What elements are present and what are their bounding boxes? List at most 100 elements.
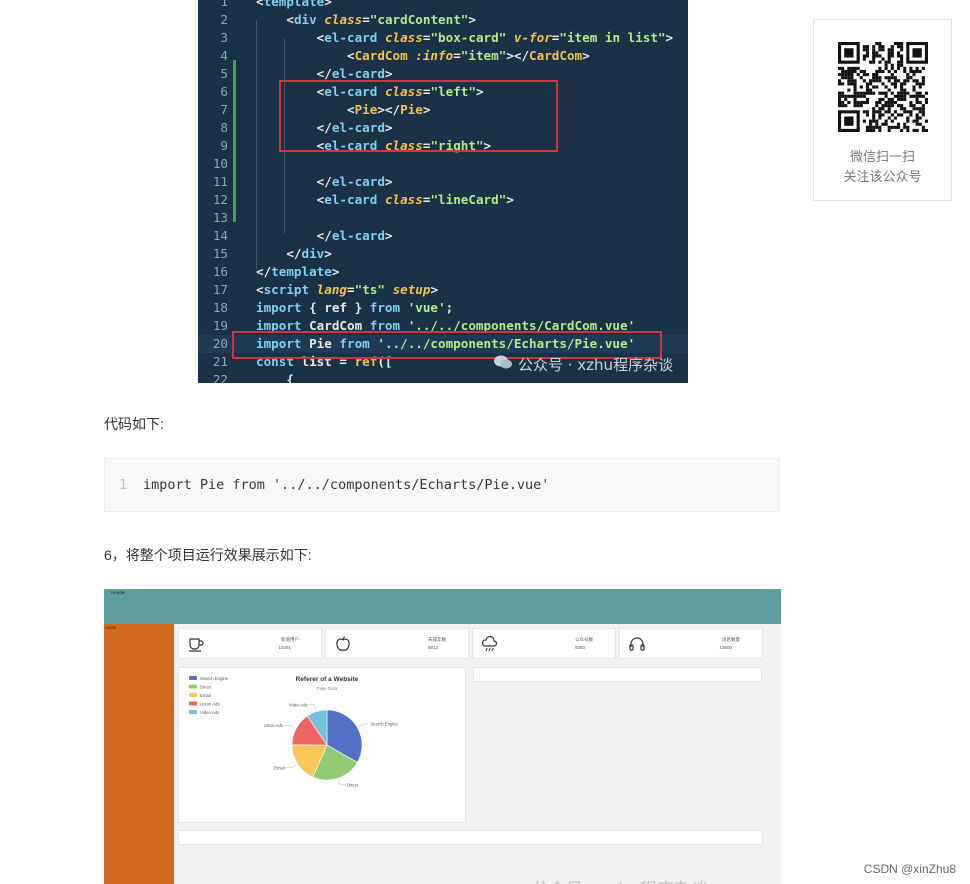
line-number: 3 [220,30,228,45]
git-change-bar [233,60,236,222]
stat-card: 公众号数 9280 [472,628,616,659]
stat-label: 未成年数 [428,637,446,642]
stat-value: 9280 [574,645,585,650]
cup-icon [189,638,204,652]
pie-label-line [283,725,296,729]
apple-icon [336,636,350,651]
pie-label: Email [274,765,285,770]
line-number: 18 [212,300,228,315]
qr-code-icon [838,42,928,132]
highlight-box-pie-card [279,80,558,152]
line-number: 15 [212,246,228,261]
legend-swatch [189,684,197,689]
code-text: <el-card class="lineCard"> [316,192,514,207]
stat-value: 13600 [719,645,732,650]
legend-label: Email [200,693,211,698]
code-line: 18 import { ref } from 'vue'; [198,299,688,317]
header-label: Header [111,590,126,595]
code-text: </el-card> [316,174,393,189]
code-text: <el-card class="box-card" v-for="item in… [316,30,674,45]
qr-caption-line2: 关注该公众号 [843,169,922,184]
stat-label: 公众号数 [575,637,593,642]
code-line: 2 <div class="cardContent"> [198,11,688,29]
line-number: 6 [220,84,228,99]
line-number: 11 [212,174,228,189]
legend-swatch [189,701,197,706]
stat-label: 新增用户 [281,637,299,642]
pie-label-line [285,764,297,768]
qr-follow-card: 微信扫一扫 关注该公众号 [813,19,952,201]
line-number: 20 [212,336,228,351]
code-text: <template> [256,0,332,9]
pie-label: Video Ads [289,702,308,707]
pie-label: Search Engine [370,721,398,726]
code-line: 14 </el-card> [198,227,688,245]
legend-label: Union Ads [200,702,220,707]
code-text: </div> [286,246,332,261]
stat-value: 10291 [278,645,291,650]
code-line: 10 [198,155,688,173]
wechat-icon [494,355,512,369]
legend-swatch [189,710,197,714]
step6-text: 6，将整个项目运行效果展示如下: [104,547,312,563]
line-number: 22 [212,372,228,383]
line-number: 16 [212,264,228,279]
line-number: 7 [220,102,228,117]
code-text: <div class="cardContent"> [286,12,476,27]
line-number: 8 [220,120,228,135]
stat-value: 8812 [427,645,438,650]
stat-card: 消息数量 13600 [619,628,763,659]
line-chart-card [178,830,763,845]
code-line-number: 1 [119,477,128,493]
code-text: import { ref } from 'vue'; [256,300,454,315]
code-block[interactable]: 1 import Pie from '../../components/Echa… [104,458,780,512]
code-line: 1 <template> [198,0,688,11]
line-number: 9 [220,138,228,153]
headphones-icon [629,637,645,651]
code-line: 16 </template> [198,263,688,281]
line-number: 19 [212,318,228,333]
pie-label-line [337,779,347,786]
code-line: 12 <el-card class="lineCard"> [198,191,688,209]
stat-card: 未成年数 8812 [325,628,469,659]
code-text: { [256,372,294,383]
line-number: 2 [220,12,228,27]
code-intro-text: 代码如下: [104,416,164,432]
code-text: <CardCom :info="item"></CardCom> [347,48,590,63]
code-screenshot: 1 <template> 2 <div class="cardContent"> 3 … [198,0,688,383]
watermark: 公众号 · xzhu程序杂谈 [532,875,708,884]
line-number: 21 [212,354,228,369]
line-number: 13 [212,210,228,225]
code-line: 15 </div> [198,245,688,263]
code-line: 13 [198,209,688,227]
legend-swatch [189,676,197,680]
legend-label: Video Ads [200,710,219,715]
aside-label: Aside [105,625,117,630]
code-line: 4 <CardCom :info="item"></CardCom> [198,47,688,65]
stat-card: 新增用户 10291 [178,628,322,659]
legend-swatch [189,693,197,697]
line-number: 5 [220,66,228,81]
app-aside: Aside [104,624,174,884]
csdn-credit: CSDN @xinZhu8 [863,862,956,876]
watermark: 公众号 · xzhu程序杂谈 [518,356,674,374]
pie-label: Direct [347,782,359,787]
line-number: 12 [212,192,228,207]
pie-label-line [308,704,317,711]
line-number: 1 [220,0,228,9]
right-card [473,667,762,682]
stat-label: 消息数量 [722,637,740,642]
legend-label: Search Engine [200,676,229,681]
code-text: </template> [256,264,340,279]
cloud-rain-icon [481,635,498,652]
chart-title: Referer of a Website [296,676,359,683]
app-screenshot: Header Aside 新增用户 10291 未成年数 8812 公众号数 9… [104,589,781,884]
app-header: Header [104,589,781,624]
line-number: 10 [212,156,228,171]
line-number: 17 [212,282,228,297]
line-number: 14 [212,228,228,243]
code-text: <script lang="ts" setup> [256,282,439,297]
pie-chart: Referer of a Website Fake Data Search Engi… [189,676,398,787]
code-line[interactable]: import Pie from '../../components/Echart… [143,477,549,493]
pie-label-line [358,723,370,728]
